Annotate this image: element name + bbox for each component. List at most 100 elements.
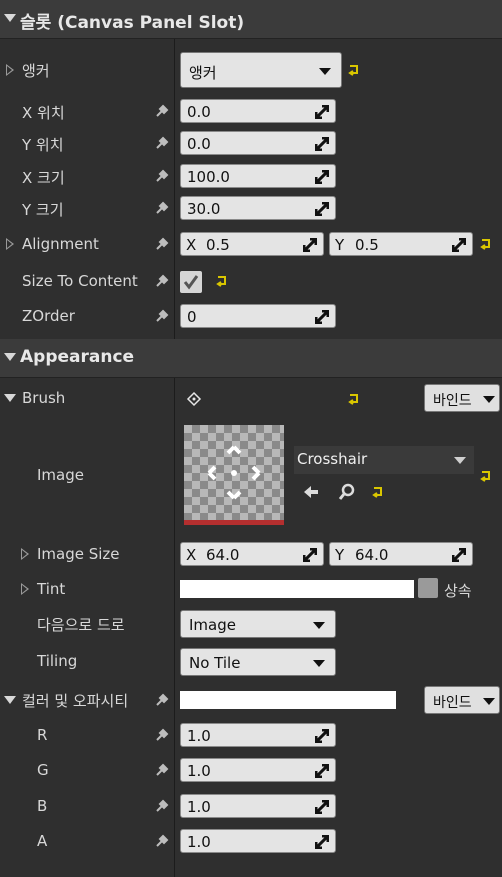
spin-arrows-icon[interactable] — [315, 729, 329, 743]
y-position-field[interactable]: 0.0 — [180, 131, 336, 155]
color-opacity-label: 컬러 및 오파시티 — [22, 692, 129, 710]
collapse-arrow-icon[interactable] — [4, 394, 16, 402]
property-binding-icon[interactable] — [154, 103, 170, 119]
tint-row: Tint 상속 — [0, 578, 502, 602]
spin-arrows-icon[interactable] — [303, 238, 317, 252]
chevron-down-icon — [483, 698, 495, 705]
chevron-down-icon — [313, 660, 325, 667]
tiling-label: Tiling — [37, 652, 78, 670]
spin-arrows-icon[interactable] — [315, 105, 329, 119]
reset-to-default-icon[interactable] — [348, 64, 360, 76]
brush-label: Brush — [22, 389, 66, 407]
tint-color-swatch[interactable] — [180, 580, 414, 598]
reset-to-default-icon[interactable] — [480, 470, 492, 482]
property-binding-icon[interactable] — [154, 236, 170, 252]
image-size-y-value: 64.0 — [355, 546, 389, 564]
property-binding-icon[interactable] — [154, 200, 170, 216]
g-label: G — [37, 761, 49, 779]
property-binding-icon[interactable] — [154, 762, 170, 778]
color-opacity-swatch[interactable] — [180, 691, 396, 709]
image-label: Image — [37, 466, 84, 484]
expand-arrow-icon[interactable] — [21, 583, 29, 595]
r-label: R — [37, 726, 48, 744]
property-binding-icon[interactable] — [154, 273, 170, 289]
zorder-row: ZOrder 0 — [0, 304, 502, 330]
inherit-checkbox[interactable] — [418, 578, 438, 598]
r-value: 1.0 — [187, 727, 211, 745]
size-to-content-checkbox[interactable] — [180, 271, 202, 293]
spin-arrows-icon[interactable] — [315, 170, 329, 184]
property-binding-icon[interactable] — [154, 135, 170, 151]
y-position-value: 0.0 — [187, 135, 211, 153]
alignment-label: Alignment — [22, 235, 99, 253]
property-binding-icon[interactable] — [154, 833, 170, 849]
spin-arrows-icon[interactable] — [315, 800, 329, 814]
checkmark-icon — [183, 275, 199, 290]
image-size-y-field[interactable]: Y 64.0 — [329, 542, 473, 566]
spin-arrows-icon[interactable] — [315, 764, 329, 778]
r-row: R 1.0 — [0, 723, 502, 749]
brush-row: Brush 바인드 — [0, 384, 502, 414]
spin-arrows-icon[interactable] — [315, 310, 329, 324]
alignment-y-field[interactable]: Y 0.5 — [329, 232, 473, 256]
a-label: A — [37, 832, 48, 850]
y-size-field[interactable]: 30.0 — [180, 196, 336, 220]
tiling-value: No Tile — [189, 654, 241, 672]
expand-arrow-icon[interactable] — [6, 238, 14, 250]
bind-dropdown-button[interactable]: 바인드 — [424, 686, 500, 714]
property-binding-icon[interactable] — [154, 308, 170, 324]
reset-to-default-icon[interactable] — [372, 486, 384, 498]
g-value: 1.0 — [187, 762, 211, 780]
section-header-appearance[interactable]: Appearance — [0, 339, 502, 378]
g-field[interactable]: 1.0 — [180, 758, 336, 782]
collapse-arrow-icon[interactable] — [4, 14, 16, 22]
chevron-down-icon — [483, 396, 495, 403]
b-value: 1.0 — [187, 798, 211, 816]
expand-arrow-icon[interactable] — [21, 548, 29, 560]
r-field[interactable]: 1.0 — [180, 723, 336, 747]
x-position-field[interactable]: 0.0 — [180, 99, 336, 123]
image-size-x-value: 64.0 — [206, 546, 240, 564]
section-title: 슬롯 (Canvas Panel Slot) — [20, 13, 245, 33]
property-binding-icon[interactable] — [154, 692, 170, 708]
property-binding-icon[interactable] — [154, 798, 170, 814]
expand-arrow-icon[interactable] — [6, 64, 14, 76]
x-axis-label: X — [186, 546, 197, 564]
tiling-dropdown[interactable]: No Tile — [180, 648, 336, 676]
spin-arrows-icon[interactable] — [452, 238, 466, 252]
image-size-x-field[interactable]: X 64.0 — [180, 542, 324, 566]
image-asset-name: Crosshair — [297, 450, 368, 468]
spin-arrows-icon[interactable] — [452, 548, 466, 562]
spin-arrows-icon[interactable] — [315, 202, 329, 216]
reset-to-default-icon[interactable] — [480, 238, 492, 250]
collapse-arrow-icon[interactable] — [4, 696, 16, 704]
y-position-label: Y 위치 — [22, 136, 64, 154]
bind-dropdown-button[interactable]: 바인드 — [424, 384, 500, 412]
anchor-dropdown[interactable]: 앵커 — [180, 52, 342, 88]
draw-as-row: 다음으로 드로 Image — [0, 610, 502, 638]
property-binding-icon[interactable] — [154, 727, 170, 743]
use-selected-arrow-icon[interactable] — [302, 483, 320, 501]
property-binding-icon[interactable] — [154, 168, 170, 184]
bind-label: 바인드 — [433, 393, 472, 409]
spin-arrows-icon[interactable] — [315, 137, 329, 151]
image-asset-dropdown[interactable]: Crosshair — [294, 446, 474, 474]
spin-arrows-icon[interactable] — [303, 548, 317, 562]
zorder-field[interactable]: 0 — [180, 304, 336, 328]
reset-to-default-icon[interactable] — [348, 393, 360, 405]
image-thumbnail[interactable] — [184, 425, 284, 525]
y-size-label: Y 크기 — [22, 201, 64, 219]
alignment-x-field[interactable]: X 0.5 — [180, 232, 324, 256]
b-field[interactable]: 1.0 — [180, 794, 336, 818]
x-size-field[interactable]: 100.0 — [180, 164, 336, 188]
details-panel: 슬롯 (Canvas Panel Slot) 앵커 앵커 X 위치 0.0 Y … — [0, 0, 502, 877]
collapse-arrow-icon[interactable] — [4, 353, 16, 361]
target-icon[interactable] — [186, 391, 202, 407]
spin-arrows-icon[interactable] — [315, 835, 329, 849]
tint-label: Tint — [37, 580, 66, 598]
section-header-slot[interactable]: 슬롯 (Canvas Panel Slot) — [0, 0, 502, 39]
reset-to-default-icon[interactable] — [216, 275, 228, 287]
a-field[interactable]: 1.0 — [180, 829, 336, 853]
search-icon[interactable] — [338, 483, 356, 501]
draw-as-dropdown[interactable]: Image — [180, 610, 336, 638]
